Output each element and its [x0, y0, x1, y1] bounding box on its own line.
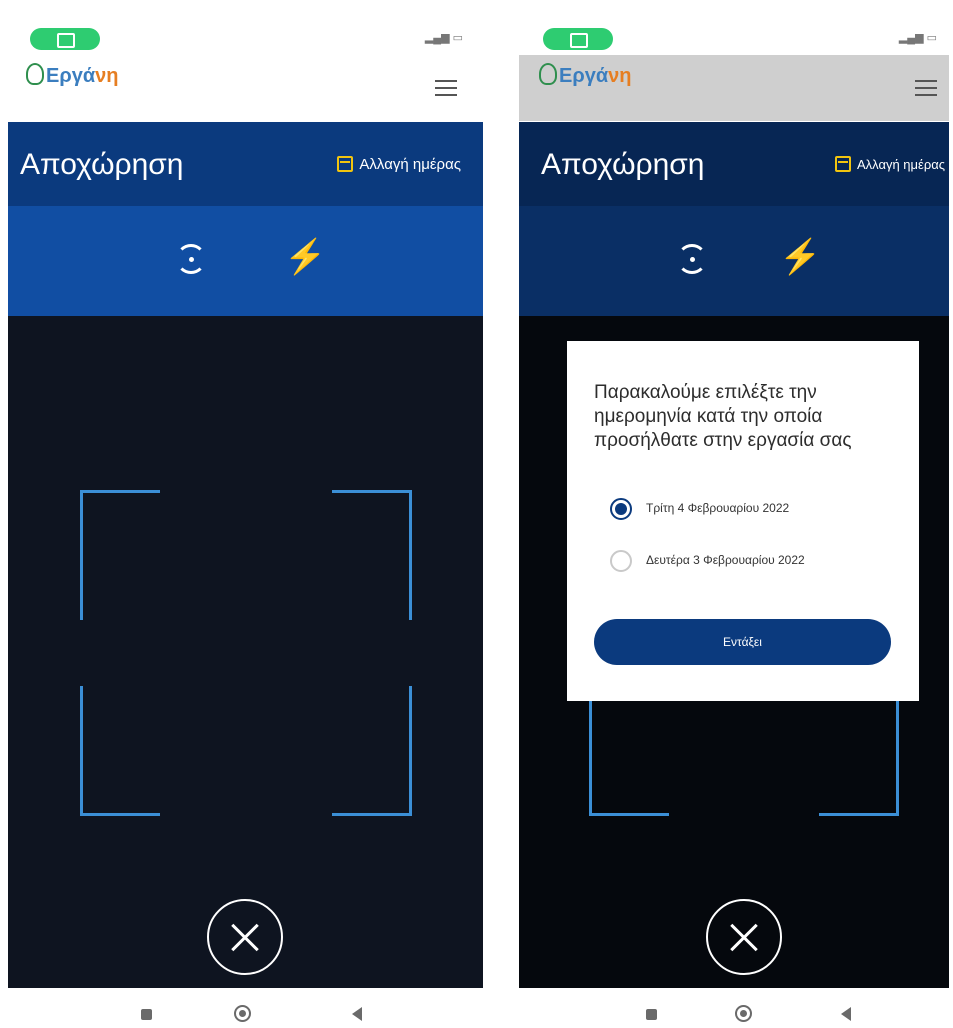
system-nav-bar [8, 988, 483, 1028]
flash-icon[interactable]: ⚡ [779, 240, 821, 274]
home-icon[interactable] [735, 1005, 752, 1022]
logo-text: Εργά [46, 65, 96, 87]
signal-battery-icon: ▂▄▆ ▭ [424, 32, 463, 44]
flash-icon[interactable]: ⚡ [284, 240, 326, 274]
scan-frame-corner-top-left [80, 490, 160, 620]
back-icon[interactable] [352, 1007, 362, 1021]
radio-checked-icon[interactable] [610, 498, 632, 520]
change-day-button[interactable]: Αλλαγή ημέρας [834, 156, 945, 172]
logo-text: Εργά [559, 65, 609, 87]
signal-battery-icon: ▂▄▆ ▭ [898, 32, 937, 44]
logo-text-suffix: νη [608, 65, 632, 87]
scan-frame-corner-bottom-right [332, 686, 412, 816]
close-icon[interactable] [207, 899, 283, 975]
system-nav-bar [519, 988, 949, 1028]
logo-mark-icon [539, 63, 557, 85]
logo-mark-icon [26, 63, 44, 85]
app-bar: Εργάνη [8, 55, 483, 121]
camera-viewfinder [8, 316, 483, 988]
close-icon[interactable] [706, 899, 782, 975]
date-option-label: Τρίτη 4 Φεβρουαρίου 2022 [646, 501, 790, 515]
camera-toolbar: ⚡ [519, 206, 949, 316]
app-logo: Εργάνη [26, 63, 118, 88]
scan-frame-corner-bottom-left [80, 686, 160, 816]
home-icon[interactable] [234, 1005, 251, 1022]
logo-text-suffix: νη [95, 65, 119, 87]
title-bar: Αποχώρηση Αλλαγή ημέρας [519, 122, 949, 206]
rotate-camera-icon[interactable] [677, 244, 707, 274]
calendar-icon [834, 156, 851, 172]
recent-apps-icon[interactable] [646, 1009, 657, 1020]
dialog-message: Παρακαλούμε επιλέξτε την ημερομηνία κατά… [594, 382, 852, 451]
rotate-camera-icon[interactable] [176, 244, 206, 274]
status-bar: ▂▄▆ ▭ [8, 28, 483, 52]
radio-unchecked-icon[interactable] [610, 550, 632, 572]
page-title: Αποχώρηση [20, 148, 184, 181]
scan-frame-corner-top-right [332, 490, 412, 620]
scan-frame-corner-bottom-right [819, 686, 899, 816]
menu-icon[interactable] [435, 80, 457, 96]
calendar-icon [337, 156, 354, 172]
camera-indicator-icon [30, 28, 100, 50]
back-icon[interactable] [841, 1007, 851, 1021]
app-bar: Εργάνη [519, 55, 949, 121]
change-day-label: Αλλαγή ημέρας [359, 156, 461, 173]
change-day-label: Αλλαγή ημέρας [856, 157, 945, 172]
camera-indicator-icon [543, 28, 613, 50]
screen-scanner: ▂▄▆ ▭ Εργάνη Αποχώρηση Αλλαγή ημέρας ⚡ [8, 0, 483, 1028]
camera-toolbar: ⚡ [8, 206, 483, 316]
title-bar: Αποχώρηση Αλλαγή ημέρας [8, 122, 483, 206]
scan-frame-corner-bottom-left [589, 686, 669, 816]
page-title: Αποχώρηση [541, 148, 705, 181]
screen-date-dialog: ▂▄▆ ▭ Εργάνη Αποχώρηση Αλλαγή ημέρας ⚡ Π… [519, 0, 949, 1028]
change-day-button[interactable]: Αλλαγή ημέρας [337, 156, 461, 173]
confirm-button[interactable]: Εντάξει [594, 619, 891, 665]
app-logo: Εργάνη [539, 63, 631, 88]
menu-icon[interactable] [915, 80, 937, 96]
date-select-dialog: Παρακαλούμε επιλέξτε την ημερομηνία κατά… [567, 341, 919, 701]
status-bar: ▂▄▆ ▭ [519, 28, 949, 52]
recent-apps-icon[interactable] [141, 1009, 152, 1020]
date-option-label: Δευτέρα 3 Φεβρουαρίου 2022 [646, 553, 805, 567]
